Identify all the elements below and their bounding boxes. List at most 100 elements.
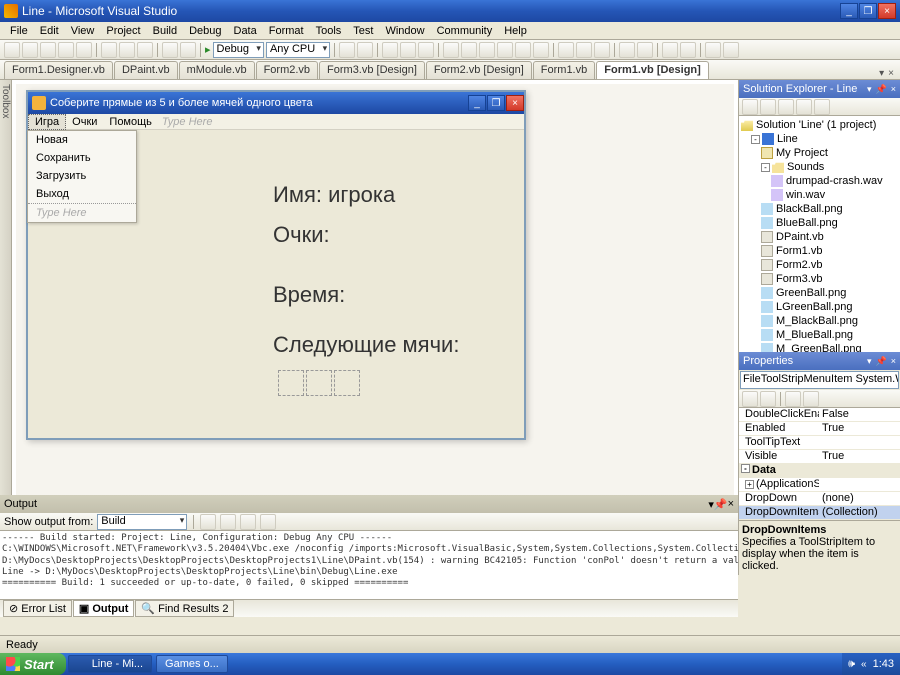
form-minimize-button[interactable]: _ (468, 95, 486, 111)
tree-item[interactable]: Solution 'Line' (1 project) (741, 118, 898, 132)
taskbar-button-vs[interactable]: Line - Mi... (68, 655, 152, 673)
undo-button[interactable] (162, 42, 178, 58)
tabs-close-icon[interactable]: × (888, 68, 894, 79)
label-player-name[interactable]: Имя: игрока (273, 182, 395, 208)
menu-view[interactable]: View (65, 24, 101, 38)
properties-header[interactable]: Properties ▾ 📌 × (739, 352, 900, 370)
doc-tab[interactable]: Form2.vb (256, 61, 318, 79)
tree-item[interactable]: DPaint.vb (741, 230, 898, 244)
prop-dropdown-icon[interactable]: ▾ (867, 356, 872, 367)
doc-tab[interactable]: Form1.vb [Design] (596, 61, 709, 79)
menu-item-exit[interactable]: Выход (28, 185, 136, 203)
taskbar-button-games[interactable]: Games o... (156, 655, 228, 673)
menu-item-new[interactable]: Новая (28, 131, 136, 149)
start-button[interactable]: Start (0, 653, 66, 675)
menu-item-save[interactable]: Сохранить (28, 149, 136, 167)
solution-tree[interactable]: Solution 'Line' (1 project)-LineMy Proje… (739, 116, 900, 352)
tb-c[interactable] (382, 42, 398, 58)
menu-format[interactable]: Format (263, 24, 310, 38)
property-row[interactable]: DropDownItems(Collection) (739, 506, 900, 520)
tree-item[interactable]: BlackBall.png (741, 202, 898, 216)
tree-item[interactable]: LGreenBall.png (741, 300, 898, 314)
vspace-button[interactable] (637, 42, 653, 58)
menu-window[interactable]: Window (379, 24, 430, 38)
menu-test[interactable]: Test (347, 24, 379, 38)
next-ball-slot-1[interactable] (278, 370, 304, 396)
tabs-dropdown-icon[interactable]: ▾ (879, 68, 884, 79)
tree-item[interactable]: M_BlackBall.png (741, 314, 898, 328)
tree-expander-icon[interactable]: - (761, 163, 770, 172)
tree-item[interactable]: -Line (741, 132, 898, 146)
align-left-button[interactable] (443, 42, 459, 58)
send-back-button[interactable] (680, 42, 696, 58)
output-clear-button[interactable] (240, 514, 256, 530)
prop-events-button[interactable] (785, 391, 801, 407)
save-all-button[interactable] (76, 42, 92, 58)
designed-form[interactable]: Соберите прямые из 5 и более мячей одног… (26, 90, 526, 440)
redo-button[interactable] (180, 42, 196, 58)
prop-pin-icon[interactable]: 📌 (876, 356, 887, 367)
copy-button[interactable] (119, 42, 135, 58)
maximize-button[interactable]: ❐ (859, 3, 877, 19)
label-next-balls[interactable]: Следующие мячи: (273, 332, 459, 358)
menu-tools[interactable]: Tools (310, 24, 348, 38)
tree-item[interactable]: BlueBall.png (741, 216, 898, 230)
prop-close-icon[interactable]: × (891, 356, 896, 366)
tree-item[interactable]: My Project (741, 146, 898, 160)
system-tray[interactable]: 🕪 « 1:43 (842, 653, 900, 675)
prop-alphabetical-button[interactable] (760, 391, 776, 407)
output-header[interactable]: Output ▾ 📌 × (0, 495, 738, 513)
cut-button[interactable] (101, 42, 117, 58)
tree-item[interactable]: Form3.vb (741, 272, 898, 286)
menu-item-type-here[interactable]: Type Here (28, 203, 136, 222)
tb-d[interactable] (400, 42, 416, 58)
tree-item[interactable]: M_GreenBall.png (741, 342, 898, 352)
output-tab[interactable]: ⊘ Error List (3, 600, 72, 617)
prop-pages-button[interactable] (803, 391, 819, 407)
prop-categorized-button[interactable] (742, 391, 758, 407)
run-icon[interactable]: ▸ (205, 43, 211, 56)
doc-tab[interactable]: Form1.vb (533, 61, 595, 79)
form-close-button[interactable]: × (506, 95, 524, 111)
new-project-button[interactable] (4, 42, 20, 58)
bring-front-button[interactable] (662, 42, 678, 58)
doc-tab[interactable]: Form2.vb [Design] (426, 61, 532, 79)
minimize-button[interactable]: _ (840, 3, 858, 19)
platform-dropdown[interactable]: Any CPU (266, 42, 330, 58)
output-goto-button[interactable] (220, 514, 236, 530)
property-category[interactable]: -Data (739, 464, 900, 478)
label-time[interactable]: Время: (273, 282, 345, 308)
hspace-button[interactable] (619, 42, 635, 58)
tree-item[interactable]: GreenBall.png (741, 286, 898, 300)
property-row[interactable]: +(ApplicationSett (739, 478, 900, 492)
tree-item[interactable]: Form1.vb (741, 244, 898, 258)
se-viewdesigner-button[interactable] (814, 99, 830, 115)
panel-close-icon[interactable]: × (891, 84, 896, 94)
form-maximize-button[interactable]: ❐ (487, 95, 505, 111)
tree-item[interactable]: -Sounds (741, 160, 898, 174)
doc-tab[interactable]: Form1.Designer.vb (4, 61, 113, 79)
tray-clock[interactable]: 1:43 (873, 658, 894, 670)
menu-type-here[interactable]: Type Here (158, 115, 219, 129)
property-row[interactable]: VisibleTrue (739, 450, 900, 464)
align-top-button[interactable] (497, 42, 513, 58)
tree-item[interactable]: drumpad-crash.wav (741, 174, 898, 188)
solution-explorer-header[interactable]: Solution Explorer - Line ▾ 📌 × (739, 80, 900, 98)
close-button[interactable]: × (878, 3, 896, 19)
doc-tab[interactable]: DPaint.vb (114, 61, 178, 79)
output-pin-icon[interactable]: 📌 (714, 498, 728, 511)
config-dropdown[interactable]: Debug (213, 42, 264, 58)
lock-controls-button[interactable] (723, 42, 739, 58)
output-tab[interactable]: 🔍 Find Results 2 (135, 600, 234, 617)
output-tab[interactable]: ▣ Output (73, 600, 135, 617)
menu-community[interactable]: Community (431, 24, 499, 38)
se-viewcode-button[interactable] (796, 99, 812, 115)
tab-order-button[interactable] (705, 42, 721, 58)
align-center-button[interactable] (461, 42, 477, 58)
save-button[interactable] (58, 42, 74, 58)
menu-debug[interactable]: Debug (183, 24, 227, 38)
output-source-dropdown[interactable]: Build (97, 514, 187, 530)
menu-help[interactable]: Помощь (103, 115, 158, 129)
properties-grid[interactable]: DoubleClickEnalFalseEnabledTrueToolTipTe… (739, 408, 900, 520)
menu-score[interactable]: Очки (66, 115, 103, 129)
